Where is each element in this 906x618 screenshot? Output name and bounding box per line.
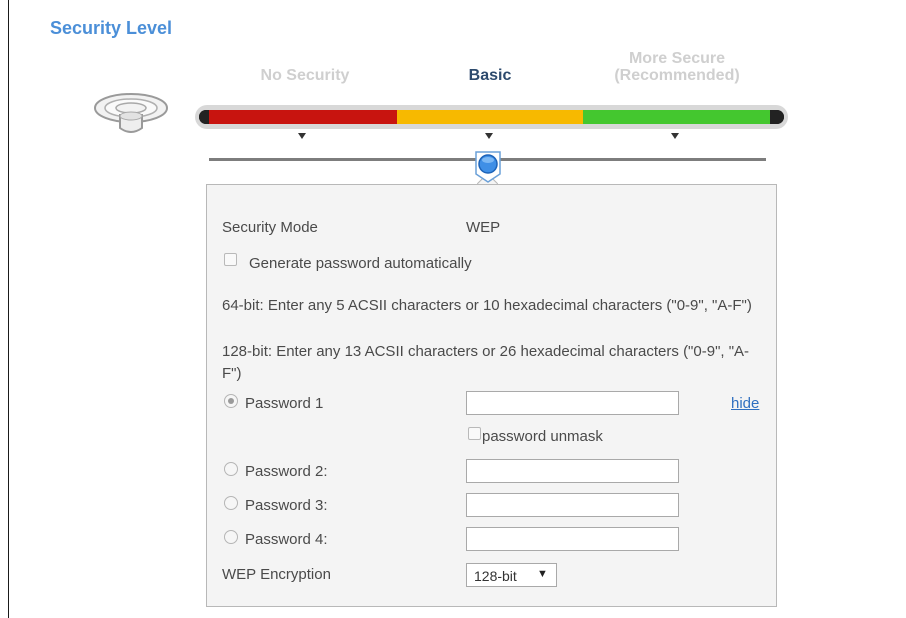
password-4-label: Password 4: — [245, 531, 328, 548]
tick-marker-no-security — [298, 133, 306, 139]
level-no-security[interactable]: No Security — [240, 67, 370, 85]
bar-segment-red — [209, 110, 397, 124]
password-2-label: Password 2: — [245, 463, 328, 480]
desc-64-bit: 64-bit: Enter any 5 ACSII characters or … — [222, 297, 752, 314]
desc-128-bit: 128-bit: Enter any 13 ACSII characters o… — [222, 343, 750, 382]
tick-marker-basic — [485, 133, 493, 139]
password-1-label: Password 1 — [245, 395, 324, 412]
level-basic[interactable]: Basic — [440, 67, 540, 85]
password-3-field[interactable] — [466, 493, 679, 517]
security-level-bar[interactable] — [195, 105, 788, 129]
generate-password-checkbox[interactable] — [224, 253, 237, 266]
password-unmask-checkbox[interactable] — [468, 427, 481, 440]
password-2-field[interactable] — [466, 459, 679, 483]
frame-border — [8, 0, 9, 618]
password-3-radio[interactable] — [224, 496, 238, 510]
generate-password-label: Generate password automatically — [249, 255, 472, 272]
level-more-secure[interactable]: More Secure (Recommended) — [592, 50, 762, 84]
chevron-down-icon: ▼ — [537, 568, 548, 580]
password-4-radio[interactable] — [224, 530, 238, 544]
wep-encryption-value: 128-bit — [474, 568, 517, 584]
security-mode-label: Security Mode — [222, 219, 318, 236]
tick-marker-more-secure — [671, 133, 679, 139]
level-more-secure-line2: (Recommended) — [614, 67, 740, 84]
security-level-title: Security Level — [50, 18, 173, 38]
password-4-field[interactable] — [466, 527, 679, 551]
wep-encryption-label: WEP Encryption — [222, 566, 331, 583]
level-more-secure-line1: More Secure — [628, 50, 726, 67]
wireless-router-icon — [92, 86, 170, 140]
wep-encryption-select[interactable]: 128-bit ▼ — [466, 563, 557, 587]
password-1-field[interactable] — [466, 391, 679, 415]
password-3-label: Password 3: — [245, 497, 328, 514]
security-mode-value: WEP — [466, 219, 501, 236]
bar-segment-yellow — [397, 110, 583, 124]
slider-knob-icon[interactable] — [474, 150, 502, 184]
password-2-radio[interactable] — [224, 462, 238, 476]
password-1-radio[interactable] — [224, 394, 238, 408]
bar-segment-green — [583, 110, 770, 124]
hide-link[interactable]: hide — [731, 395, 759, 412]
password-unmask-label: password unmask — [482, 428, 603, 445]
